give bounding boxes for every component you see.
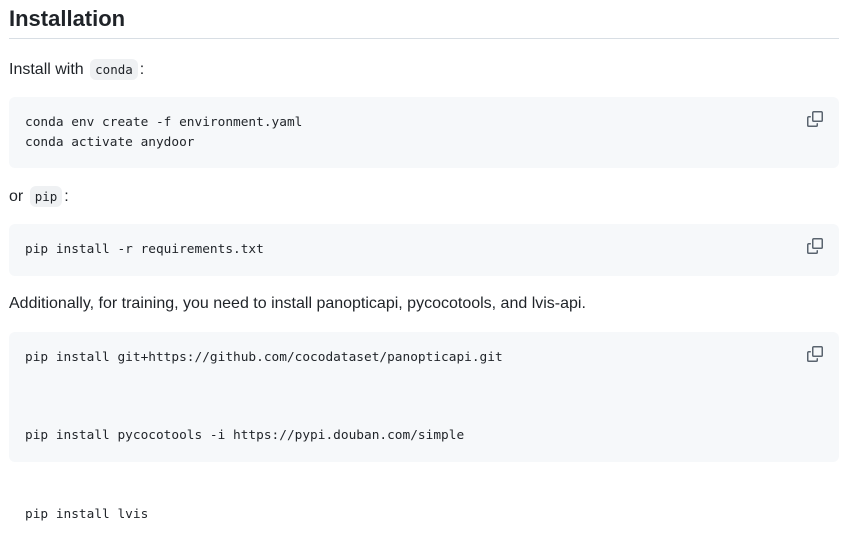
copy-icon	[807, 346, 823, 362]
copy-button[interactable]	[805, 236, 825, 256]
code-block-pip: pip install -r requirements.txt	[9, 224, 839, 276]
code-block-conda: conda env create -f environment.yaml con…	[9, 97, 839, 168]
copy-icon	[807, 111, 823, 127]
training-note: Additionally, for training, you need to …	[9, 295, 586, 312]
install-intro: Install with conda:	[9, 58, 144, 82]
copy-button[interactable]	[805, 344, 825, 364]
copy-icon	[807, 238, 823, 254]
inline-code-conda: conda	[90, 59, 138, 80]
code-content[interactable]: pip install git+https://github.com/cocod…	[25, 338, 823, 534]
copy-button[interactable]	[805, 109, 825, 129]
code-content[interactable]: pip install -r requirements.txt	[25, 240, 823, 260]
readme-section: Installation Install with conda: conda e…	[9, 0, 839, 522]
code-content[interactable]: conda env create -f environment.yaml con…	[25, 113, 823, 152]
or-text: or	[9, 188, 24, 205]
inline-code-pip: pip	[29, 186, 63, 207]
section-heading: Installation	[9, 0, 839, 39]
intro-colon: :	[139, 61, 145, 78]
or-line: or pip:	[9, 185, 69, 209]
or-colon: :	[64, 188, 69, 205]
code-block-training: pip install git+https://github.com/cocod…	[9, 332, 839, 522]
intro-text: Install with	[9, 61, 84, 78]
